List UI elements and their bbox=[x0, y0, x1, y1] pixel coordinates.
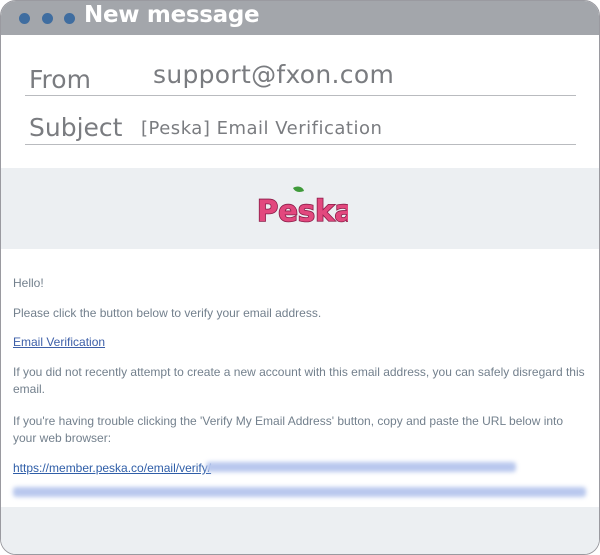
blurred-url-token[interactable] bbox=[206, 462, 516, 472]
message-window: New message From support@fxon.com Subjec… bbox=[0, 0, 600, 555]
email-footer bbox=[1, 507, 599, 554]
email-body: Hello! Please click the button below to … bbox=[1, 249, 599, 507]
email-banner: Peska bbox=[1, 168, 599, 249]
window-dot-2[interactable] bbox=[42, 13, 53, 24]
disregard-text: If you did not recently attempt to creat… bbox=[13, 365, 585, 396]
subject-divider bbox=[25, 144, 576, 145]
greeting-text: Hello! bbox=[13, 276, 44, 290]
instruction-text: Please click the button below to verify … bbox=[13, 306, 322, 320]
from-divider bbox=[25, 95, 576, 96]
window-title: New message bbox=[84, 2, 260, 28]
svg-text:Peska: Peska bbox=[257, 194, 348, 228]
trouble-text: If you're having trouble clicking the 'V… bbox=[13, 414, 564, 445]
from-label: From bbox=[29, 65, 91, 94]
email-verification-link[interactable]: Email Verification bbox=[13, 335, 105, 349]
subject-label: Subject bbox=[29, 113, 123, 142]
verify-url-link[interactable]: https://member.peska.co/email/verify/ bbox=[13, 461, 211, 475]
from-value: support@fxon.com bbox=[153, 60, 395, 89]
title-bar: New message bbox=[1, 1, 599, 35]
peska-logo: Peska bbox=[256, 186, 348, 229]
window-dot-3[interactable] bbox=[64, 13, 75, 24]
blurred-url-token-line-2[interactable] bbox=[13, 487, 586, 497]
message-header: From support@fxon.com Subject [Peska] Em… bbox=[1, 35, 599, 168]
window-dot-1[interactable] bbox=[19, 13, 30, 24]
subject-value: [Peska] Email Verification bbox=[141, 118, 383, 139]
